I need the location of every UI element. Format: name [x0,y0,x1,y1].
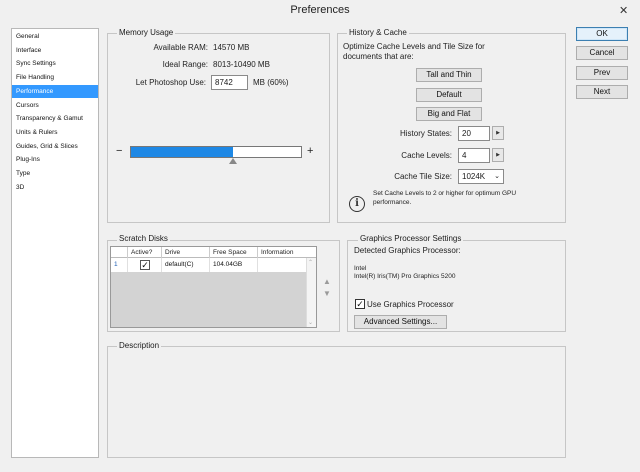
memory-slider-fill [131,147,233,157]
preferences-nav: General Interface Sync Settings File Handli… [11,28,99,458]
row-index: 1 [111,258,128,272]
use-gpu-checkbox[interactable]: ✓ [355,299,365,309]
cache-optimize-desc-line2: documents that are: [343,52,414,61]
row-active-checkbox[interactable]: ✓ [140,260,150,270]
use-gpu-label: Use Graphics Processor [367,300,454,309]
row-information [258,258,306,272]
cache-tile-size-select[interactable]: 1024K ⌄ [458,169,504,184]
close-icon[interactable]: ✕ [619,4,628,17]
big-and-flat-button[interactable]: Big and Flat [416,107,482,121]
gpu-vendor: Intel [354,265,367,272]
increase-memory-icon[interactable]: + [307,145,313,157]
move-up-arrow-icon[interactable]: ▲ [323,277,331,286]
let-photoshop-use-label: Let Photoshop Use: [135,78,206,87]
history-states-label: History States: [399,129,452,138]
cancel-button[interactable]: Cancel [576,46,628,60]
nav-item-guides-grid-slices[interactable]: Guides, Grid & Slices [12,140,98,153]
available-ram-value: 14570 MB [213,43,250,52]
nav-item-3d[interactable]: 3D [12,181,98,194]
move-down-arrow-icon[interactable]: ▼ [323,289,331,298]
history-states-input[interactable]: 20 [458,126,490,141]
history-states-stepper-icon[interactable]: ▶ [492,126,504,140]
ok-button[interactable]: OK [576,27,628,41]
nav-item-performance[interactable]: Performance [12,84,98,98]
next-button[interactable]: Next [576,85,628,99]
window-title: Preferences [290,4,350,16]
active-column-header: Active? [128,247,162,258]
cache-tile-size-value: 1024K [462,172,486,181]
gpu-note-line1: Set Cache Levels to 2 or higher for opti… [373,190,517,197]
decrease-memory-icon[interactable]: − [116,145,122,157]
nav-item-sync-settings[interactable]: Sync Settings [12,57,98,70]
history-cache-title: History & Cache [347,28,409,37]
detected-gpu-label: Detected Graphics Processor: [354,246,461,255]
tall-and-thin-button[interactable]: Tall and Thin [416,68,482,82]
memory-amount-input[interactable]: 8742 [211,75,248,90]
information-column-header: Information [261,249,294,256]
row-free-space: 104.04GB [210,258,258,272]
nav-item-cursors[interactable]: Cursors [12,99,98,112]
chevron-down-icon: ⌄ [494,173,500,180]
nav-item-general[interactable]: General [12,30,98,43]
gpu-model: Intel(R) Iris(TM) Pro Graphics 5200 [354,273,456,280]
cache-levels-label: Cache Levels: [401,151,452,160]
gpu-settings-title: Graphics Processor Settings [358,234,464,243]
index-column-header [111,247,128,258]
table-row[interactable]: 1 ✓ default(C) 104.04GB [111,258,306,272]
nav-item-type[interactable]: Type [12,167,98,180]
advanced-settings-button[interactable]: Advanced Settings... [354,315,447,329]
nav-item-transparency-gamut[interactable]: Transparency & Gamut [12,112,98,125]
memory-slider[interactable] [130,146,302,158]
info-icon: i [349,196,365,212]
nav-item-interface[interactable]: Interface [12,44,98,57]
memory-slider-thumb[interactable] [229,158,237,164]
ideal-range-value: 8013-10490 MB [213,60,270,69]
prev-button[interactable]: Prev [576,66,628,80]
nav-item-file-handling[interactable]: File Handling [12,71,98,84]
scratch-disks-title: Scratch Disks [117,234,170,243]
scroll-up-icon[interactable]: ⌃ [308,259,313,266]
memory-usage-title: Memory Usage [117,28,176,37]
row-drive: default(C) [162,258,210,272]
cache-levels-stepper-icon[interactable]: ▶ [492,148,504,162]
nav-item-units-rulers[interactable]: Units & Rulers [12,126,98,139]
gpu-note-line2: performance. [373,199,412,206]
available-ram-label: Available RAM: [153,43,208,52]
ideal-range-label: Ideal Range: [162,60,208,69]
drive-column-header: Drive [162,247,210,258]
table-scrollbar[interactable]: ⌃ ⌄ [306,258,316,327]
scratch-disks-table: Active? Drive Free Space Information 1 ✓… [110,246,317,328]
scroll-down-icon[interactable]: ⌄ [308,319,313,326]
free-space-column-header: Free Space [210,247,258,258]
nav-item-plug-ins[interactable]: Plug-Ins [12,153,98,166]
cache-optimize-desc-line1: Optimize Cache Levels and Tile Size for [343,42,485,51]
default-cache-button[interactable]: Default [416,88,482,102]
description-group [107,346,566,458]
row-active-cell: ✓ [128,258,162,272]
cache-levels-input[interactable]: 4 [458,148,490,163]
cache-tile-size-label: Cache Tile Size: [394,172,452,181]
description-title: Description [117,341,162,350]
memory-percent-label: MB (60%) [253,78,289,87]
table-header: Active? Drive Free Space Information [111,247,316,258]
